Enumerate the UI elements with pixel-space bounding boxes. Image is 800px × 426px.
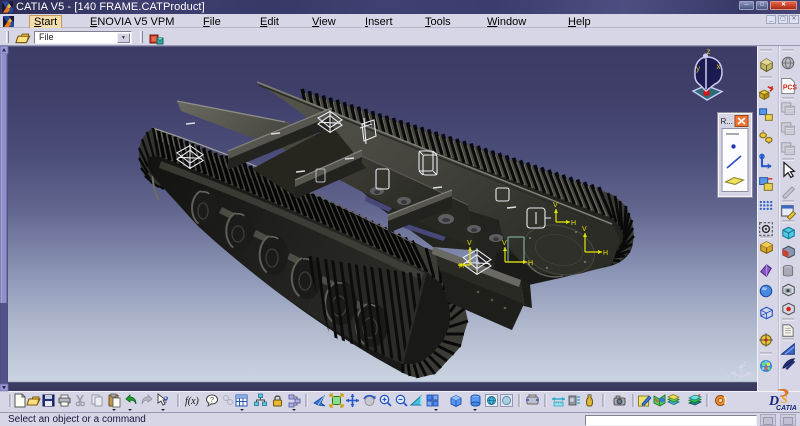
- svg-text:S: S: [781, 392, 788, 406]
- svg-text:z: z: [707, 47, 711, 56]
- svg-text:V: V: [553, 202, 558, 209]
- svg-text:V: V: [582, 226, 587, 233]
- svg-text:H: H: [603, 250, 608, 257]
- svg-text:x: x: [751, 371, 755, 380]
- svg-text:PCS: PCS: [783, 84, 798, 91]
- svg-text:H: H: [459, 263, 464, 270]
- svg-text:z: z: [743, 359, 747, 368]
- svg-text:H: H: [528, 260, 533, 267]
- svg-text:R...: R...: [721, 117, 733, 126]
- svg-text:?: ?: [210, 397, 214, 404]
- svg-text:CATIA: CATIA: [776, 405, 797, 412]
- svg-text:V: V: [502, 240, 507, 247]
- svg-text:f(x): f(x): [185, 396, 200, 407]
- svg-text:?: ?: [164, 395, 169, 405]
- svg-text:y: y: [727, 371, 731, 380]
- svg-text:x: x: [717, 62, 721, 71]
- svg-text:H: H: [571, 220, 576, 227]
- svg-text:y: y: [696, 64, 700, 73]
- svg-text:V: V: [467, 240, 472, 247]
